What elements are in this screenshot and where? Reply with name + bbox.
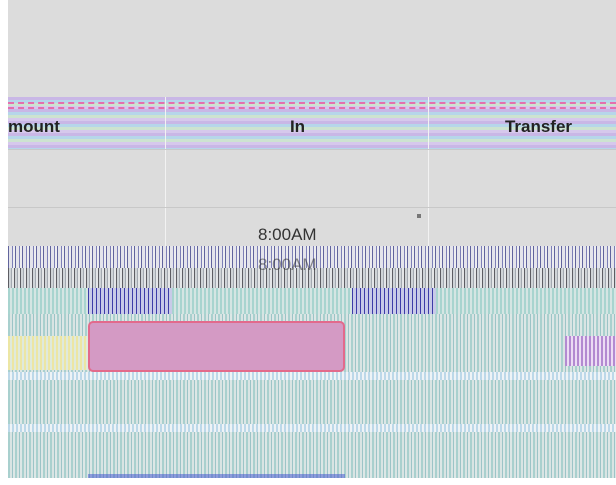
selection-marker xyxy=(88,288,172,314)
selection-marker xyxy=(352,288,436,314)
time-slot-label: 8:00AM xyxy=(258,255,317,274)
header-dashed-line-bottom xyxy=(8,107,616,109)
scheduled-event[interactable] xyxy=(88,321,345,372)
column-divider xyxy=(428,97,429,247)
column-header-amount[interactable]: mount xyxy=(8,113,166,141)
row-divider xyxy=(8,149,616,150)
left-edge xyxy=(0,0,8,485)
resize-handle-icon[interactable] xyxy=(417,214,421,218)
column-header-in[interactable]: In xyxy=(166,113,429,141)
time-slot-row[interactable] xyxy=(8,424,616,432)
event-fragment[interactable] xyxy=(565,336,616,366)
schedule-grid-view: mount In Transfer 8:00AM 8:00AM xyxy=(0,0,616,485)
time-slot-row[interactable] xyxy=(8,372,616,380)
column-header-transfer[interactable]: Transfer xyxy=(429,113,616,141)
highlight-cell xyxy=(8,336,88,370)
time-slot-label: 8:00AM xyxy=(258,225,317,244)
column-divider xyxy=(165,97,166,247)
bottom-edge xyxy=(0,478,616,485)
header-dashed-line-top xyxy=(8,102,616,104)
row-divider xyxy=(8,207,616,208)
column-header-row: mount In Transfer xyxy=(8,113,616,141)
